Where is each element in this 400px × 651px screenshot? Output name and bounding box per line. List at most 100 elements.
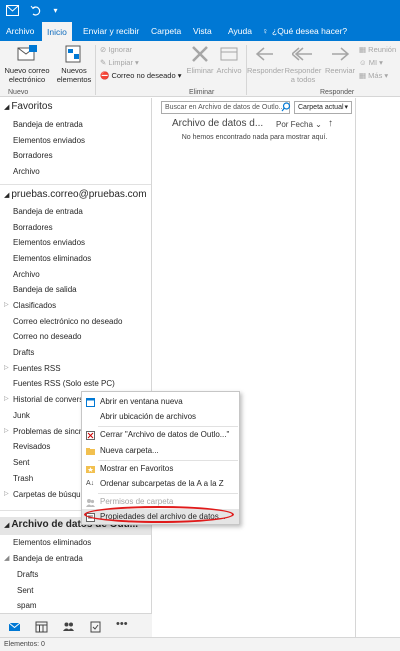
folder-item[interactable]: Borradores bbox=[13, 223, 53, 232]
subfolder-item[interactable]: Sent bbox=[17, 586, 33, 595]
reply-button[interactable]: Responder bbox=[247, 44, 284, 75]
menu-item-show-favorites[interactable]: Mostrar en Favoritos bbox=[82, 461, 239, 476]
im-icon: ☺ bbox=[359, 58, 369, 67]
ignore-button[interactable]: ⊘ Ignorar bbox=[100, 45, 132, 55]
expand-icon[interactable]: ▷ bbox=[4, 427, 9, 434]
search-input[interactable]: Buscar en Archivo de datos de Outlo... bbox=[161, 101, 290, 114]
undo-icon[interactable] bbox=[29, 4, 42, 17]
more-button[interactable]: ▦ Más ▾ bbox=[359, 71, 388, 81]
menu-bar: Archivo Inicio Enviar y recibir Carpeta … bbox=[0, 22, 400, 41]
favorite-item[interactable]: Borradores bbox=[13, 151, 53, 160]
title-bar: ▾ bbox=[0, 0, 400, 22]
respond-group-label: Responder bbox=[320, 89, 355, 96]
chevron-down-icon: ▾ bbox=[344, 104, 348, 111]
tab-ayuda[interactable]: Ayuda bbox=[228, 22, 252, 41]
divider bbox=[0, 184, 151, 185]
folder-icon bbox=[86, 446, 95, 455]
favorite-item[interactable]: Bandeja de entrada bbox=[13, 120, 83, 129]
folder-item[interactable]: Junk bbox=[13, 411, 30, 420]
folder-item[interactable]: Fuentes RSS (Solo este PC) bbox=[13, 379, 115, 388]
junk-button[interactable]: ⛔ Correo no deseado ▾ bbox=[100, 71, 182, 81]
folder-item[interactable]: Bandeja de entrada bbox=[13, 207, 83, 216]
folder-item[interactable]: Clasificados bbox=[13, 301, 56, 310]
tab-inicio[interactable]: Inicio bbox=[42, 22, 72, 41]
folder-item[interactable]: Revisados bbox=[13, 442, 50, 451]
folder-item[interactable]: Elementos eliminados bbox=[13, 538, 91, 547]
folder-item[interactable]: Correo electrónico no deseado bbox=[13, 317, 122, 326]
sort-direction-icon[interactable]: ↑ bbox=[328, 118, 333, 129]
permissions-icon bbox=[86, 497, 95, 507]
subfolder-item[interactable]: Drafts bbox=[17, 570, 38, 579]
im-button[interactable]: ☺ MI ▾ bbox=[359, 58, 383, 68]
expand-icon[interactable]: ▷ bbox=[4, 395, 9, 402]
folder-item[interactable]: Drafts bbox=[13, 348, 34, 357]
favorites-header[interactable]: ◢ Favoritos bbox=[4, 101, 52, 112]
meeting-button[interactable]: ▦ Reunión bbox=[359, 45, 396, 55]
folder-item[interactable]: Carpetas de búsque bbox=[13, 490, 85, 499]
reply-all-button[interactable]: Responder a todos bbox=[283, 44, 323, 84]
delete-button[interactable]: Eliminar bbox=[184, 44, 216, 75]
status-bar: Elementos: 0 bbox=[0, 637, 400, 651]
menu-item-sort-subfolders[interactable]: A↓ Ordenar subcarpetas de la A a la Z bbox=[82, 476, 239, 491]
menu-item-new-folder[interactable]: Nueva carpeta... bbox=[82, 443, 239, 458]
folder-item[interactable]: Fuentes RSS bbox=[13, 364, 61, 373]
folder-item[interactable]: Bandeja de salida bbox=[13, 285, 77, 294]
search-icon[interactable] bbox=[281, 102, 291, 114]
mail-icon[interactable] bbox=[8, 620, 21, 633]
sort-dropdown[interactable]: Por Fecha ⌄ bbox=[276, 120, 322, 129]
folder-item[interactable]: Correo no deseado bbox=[13, 332, 82, 341]
archive-button[interactable]: Archivo bbox=[214, 44, 244, 75]
favorites-icon bbox=[86, 464, 95, 473]
tab-archivo[interactable]: Archivo bbox=[6, 22, 34, 41]
favorite-item[interactable]: Elementos enviados bbox=[13, 136, 85, 145]
subfolder-item[interactable]: spam bbox=[17, 601, 37, 610]
menu-item-close-datafile[interactable]: Cerrar "Archivo de datos de Outlo..." bbox=[82, 427, 239, 442]
menu-item-open-new-window[interactable]: Abrir en ventana nueva bbox=[82, 394, 239, 409]
expand-icon[interactable]: ▷ bbox=[4, 490, 9, 497]
clean-button[interactable]: ✎ Limpiar ▾ bbox=[100, 58, 139, 68]
delete-icon bbox=[189, 44, 211, 64]
forward-button[interactable]: Reenviar bbox=[322, 44, 358, 75]
quick-access-dropdown-icon[interactable]: ▾ bbox=[49, 4, 62, 17]
folder-item[interactable]: Archivo bbox=[13, 270, 40, 279]
junk-icon: ⛔ bbox=[100, 71, 112, 80]
folder-header: Archivo de datos d... bbox=[172, 118, 264, 129]
reply-all-icon bbox=[290, 44, 314, 64]
people-icon[interactable] bbox=[62, 620, 75, 633]
tab-carpeta[interactable]: Carpeta bbox=[151, 22, 181, 41]
new-group-label: Nuevo bbox=[8, 89, 29, 96]
sort-az-icon: A↓ bbox=[86, 480, 95, 487]
ribbon-separator bbox=[95, 45, 96, 95]
archive-icon bbox=[218, 44, 240, 64]
folder-item[interactable]: Elementos enviados bbox=[13, 238, 85, 247]
highlight-circle bbox=[84, 506, 234, 523]
collapse-icon[interactable]: ◢ bbox=[4, 554, 9, 562]
expand-icon[interactable]: ▷ bbox=[4, 301, 9, 308]
outlook-logo-icon bbox=[6, 4, 19, 17]
tab-vista[interactable]: Vista bbox=[193, 22, 212, 41]
new-items-icon bbox=[63, 44, 85, 64]
more-icon: ▦ bbox=[359, 71, 369, 80]
search-scope-dropdown[interactable]: Carpeta actual ▾ bbox=[294, 101, 352, 114]
message-list: Buscar en Archivo de datos de Outlo... C… bbox=[153, 98, 356, 637]
folder-item[interactable]: Historial de convers bbox=[13, 395, 83, 404]
folder-item[interactable]: Bandeja de entrada bbox=[13, 554, 83, 563]
folder-item[interactable]: Elementos eliminados bbox=[13, 254, 91, 263]
new-items-button[interactable]: Nuevos elementos bbox=[52, 44, 96, 84]
folder-item[interactable]: Sent bbox=[13, 458, 29, 467]
calendar-icon[interactable] bbox=[35, 620, 48, 633]
new-email-button[interactable]: Nuevo correo electrónico bbox=[2, 44, 52, 84]
expand-icon[interactable]: ▷ bbox=[4, 364, 9, 371]
folder-item[interactable]: Trash bbox=[13, 474, 33, 483]
more-apps-icon[interactable]: ••• bbox=[116, 619, 129, 633]
ribbon: Nuevo correo electrónico Nuevos elemento… bbox=[0, 41, 400, 97]
menu-item-open-file-location[interactable]: Abrir ubicación de archivos bbox=[82, 409, 239, 424]
tell-me-search[interactable]: ¿Qué desea hacer? bbox=[272, 22, 347, 41]
tasks-icon[interactable] bbox=[89, 620, 102, 633]
tab-enviar-recibir[interactable]: Enviar y recibir bbox=[83, 22, 139, 41]
favorite-item[interactable]: Archivo bbox=[13, 167, 40, 176]
account-header[interactable]: ◢ pruebas.correo@pruebas.com bbox=[4, 189, 147, 200]
reading-pane bbox=[357, 98, 400, 637]
meeting-icon: ▦ bbox=[359, 45, 369, 54]
folder-item[interactable]: Problemas de sincro bbox=[13, 427, 86, 436]
